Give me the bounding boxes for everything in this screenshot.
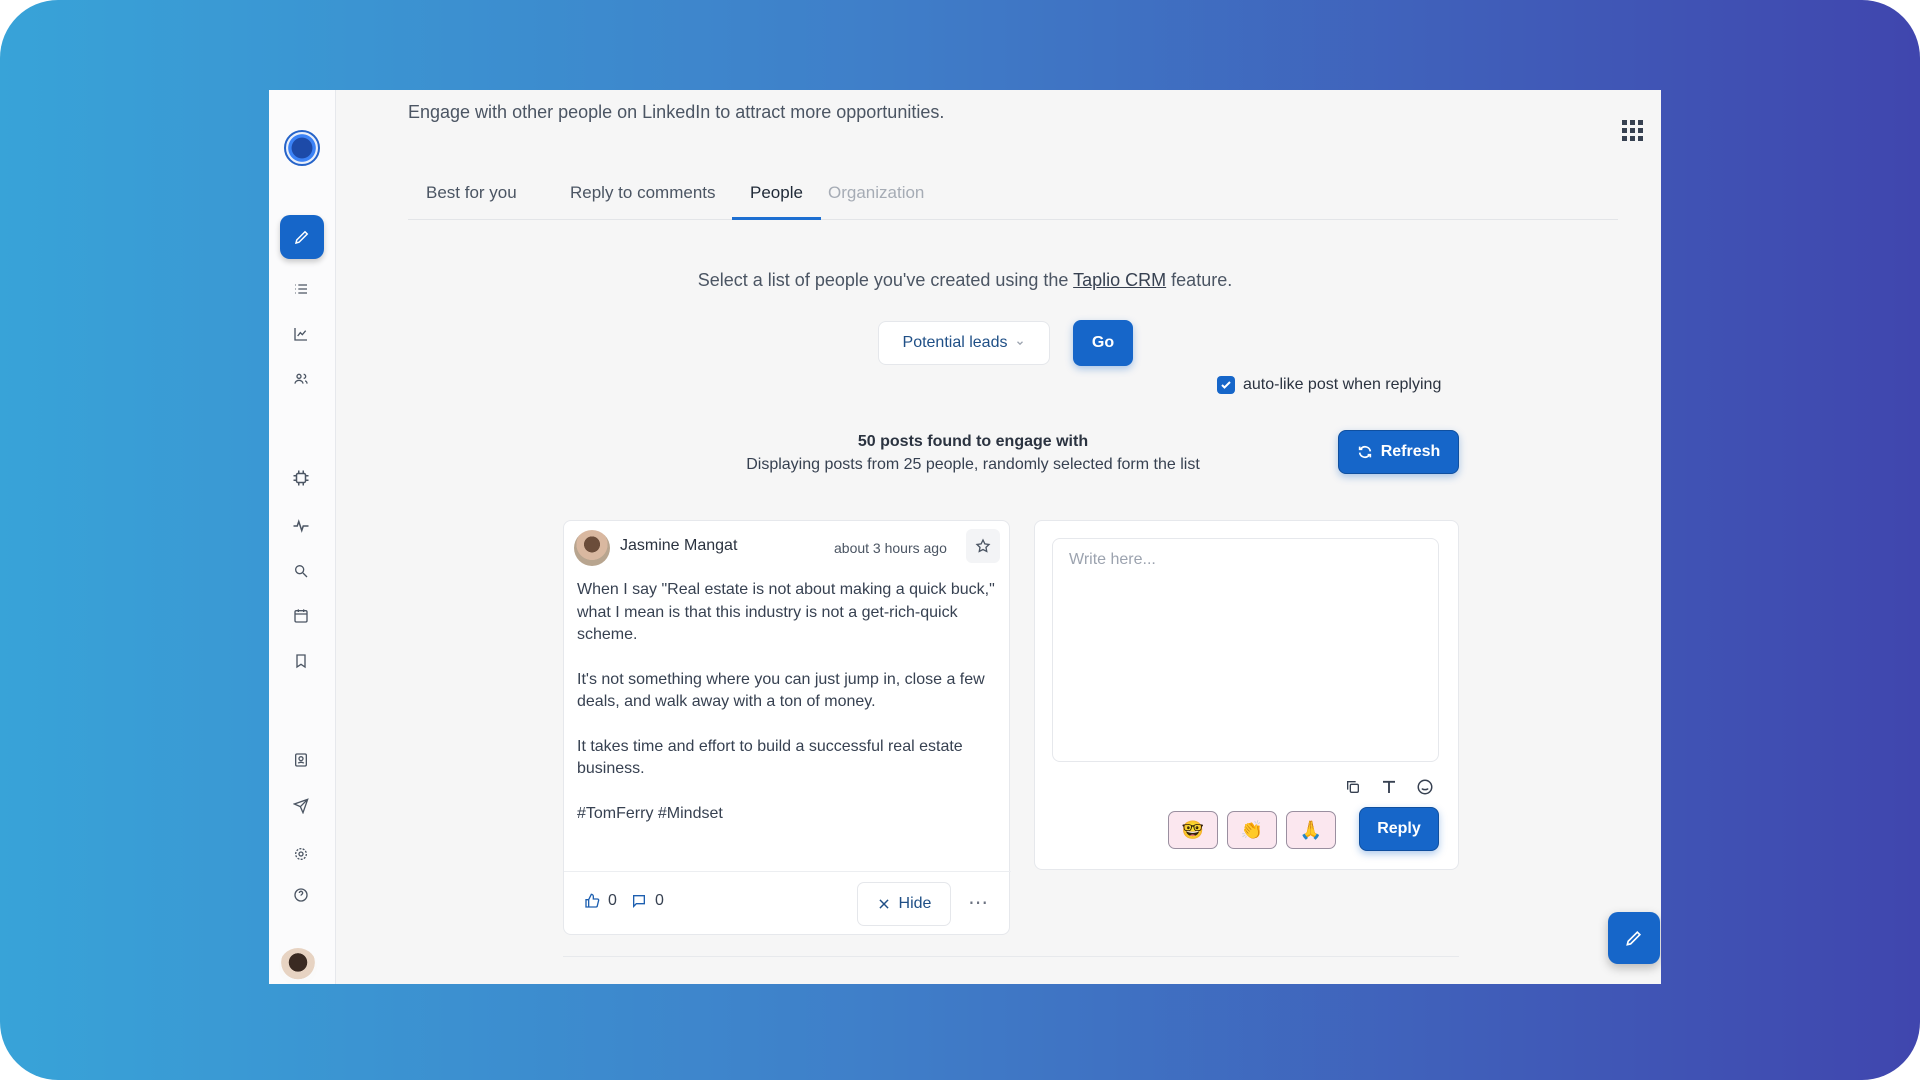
comment-icon [633, 895, 645, 908]
close-icon [878, 899, 889, 909]
send-icon[interactable] [290, 795, 312, 817]
chevron-down-icon [1017, 341, 1024, 346]
search-icon[interactable] [290, 560, 312, 582]
chart-icon[interactable] [290, 323, 312, 345]
sidebar [269, 90, 336, 984]
tab-organization[interactable]: Organization [810, 182, 942, 220]
posts-found-summary: 50 posts found to engage with Displaying… [729, 430, 1217, 476]
reply-card: Write here... 🤓 👏 🙏 Reply [1034, 520, 1459, 870]
refresh-button[interactable]: Refresh [1338, 430, 1459, 474]
emoji-picker-icon[interactable] [1414, 776, 1436, 798]
post-body: When I say "Real estate is not about mak… [577, 579, 1002, 847]
reply-textarea[interactable]: Write here... [1052, 538, 1439, 762]
floating-compose-button[interactable] [1608, 912, 1660, 964]
autolike-checkbox[interactable] [1217, 376, 1235, 394]
ai-chip-icon[interactable] [290, 467, 312, 489]
people-icon[interactable] [290, 368, 312, 390]
divider [563, 956, 1459, 957]
tab-reply-to-comments[interactable]: Reply to comments [552, 182, 734, 220]
emoji-clap-button[interactable]: 👏 [1227, 811, 1277, 849]
app-logo[interactable] [284, 130, 320, 166]
crm-helper-text: Select a list of people you've created u… [269, 270, 1661, 291]
favorite-button[interactable] [966, 529, 1000, 563]
hide-button[interactable]: Hide [857, 882, 951, 926]
help-icon[interactable] [290, 884, 312, 906]
emoji-nerd-button[interactable]: 🤓 [1168, 811, 1218, 849]
pencil-icon [1626, 930, 1642, 946]
like-stat[interactable]: 0 [584, 892, 617, 910]
post-time: about 3 hours ago [834, 540, 947, 556]
selected-list-value: Potential leads [902, 334, 1008, 351]
contacts-icon[interactable] [290, 749, 312, 771]
tab-people[interactable]: People [732, 182, 821, 220]
hide-label: Hide [898, 895, 932, 912]
people-list-select[interactable]: Potential leads [878, 321, 1050, 365]
post-card: Jasmine Mangat about 3 hours ago When I … [563, 520, 1011, 936]
emoji-pray-button[interactable]: 🙏 [1286, 811, 1336, 849]
compose-button[interactable] [280, 215, 324, 259]
user-avatar[interactable] [279, 948, 317, 984]
apps-grid-icon[interactable] [1622, 120, 1644, 142]
autolike-option: auto-like post when replying [1217, 376, 1441, 394]
comment-count: 0 [655, 892, 664, 909]
background-frame: Engage with other people on LinkedIn to … [0, 0, 1920, 1080]
post-paragraph: It takes time and effort to build a succ… [577, 737, 963, 778]
calendar-icon[interactable] [290, 605, 312, 627]
reply-button[interactable]: Reply [1359, 807, 1439, 851]
refresh-icon [1358, 445, 1371, 459]
pencil-icon [294, 230, 309, 245]
comment-stat[interactable]: 0 [631, 892, 664, 910]
star-icon [975, 538, 991, 553]
autolike-label: auto-like post when replying [1243, 376, 1442, 393]
text-format-icon[interactable] [1378, 776, 1400, 798]
posts-found-subtitle: Displaying posts from 25 people, randoml… [746, 456, 1200, 473]
post-paragraph: When I say "Real estate is not about mak… [577, 581, 995, 643]
thumbs-up-icon [585, 893, 600, 908]
bookmark-icon[interactable] [290, 650, 312, 672]
tab-best-for-you[interactable]: Best for you [408, 182, 535, 220]
post-footer: 0 0 Hide ⋯ [564, 871, 1011, 936]
copy-icon[interactable] [1342, 776, 1364, 798]
more-options-icon[interactable]: ⋯ [963, 887, 993, 917]
like-count: 0 [608, 892, 617, 909]
author-name[interactable]: Jasmine Mangat [620, 537, 737, 555]
helper-prefix: Select a list of people you've created u… [697, 270, 1069, 290]
pulse-icon[interactable] [290, 515, 312, 537]
go-button[interactable]: Go [1073, 320, 1133, 366]
app-window: Engage with other people on LinkedIn to … [269, 90, 1661, 984]
check-icon [1221, 381, 1231, 389]
page-subtitle: Engage with other people on LinkedIn to … [408, 102, 945, 122]
taplio-crm-link[interactable]: Taplio CRM [1073, 270, 1166, 290]
post-hashtags: #TomFerry #Mindset [577, 804, 723, 822]
author-avatar[interactable] [574, 530, 610, 566]
settings-icon[interactable] [290, 843, 312, 865]
helper-suffix: feature. [1171, 270, 1233, 290]
post-paragraph: It's not something where you can just ju… [577, 670, 985, 711]
engage-tabs: Best for you Reply to comments People Or… [408, 182, 1618, 220]
refresh-label: Refresh [1380, 443, 1441, 460]
posts-found-title: 50 posts found to engage with [857, 433, 1089, 450]
